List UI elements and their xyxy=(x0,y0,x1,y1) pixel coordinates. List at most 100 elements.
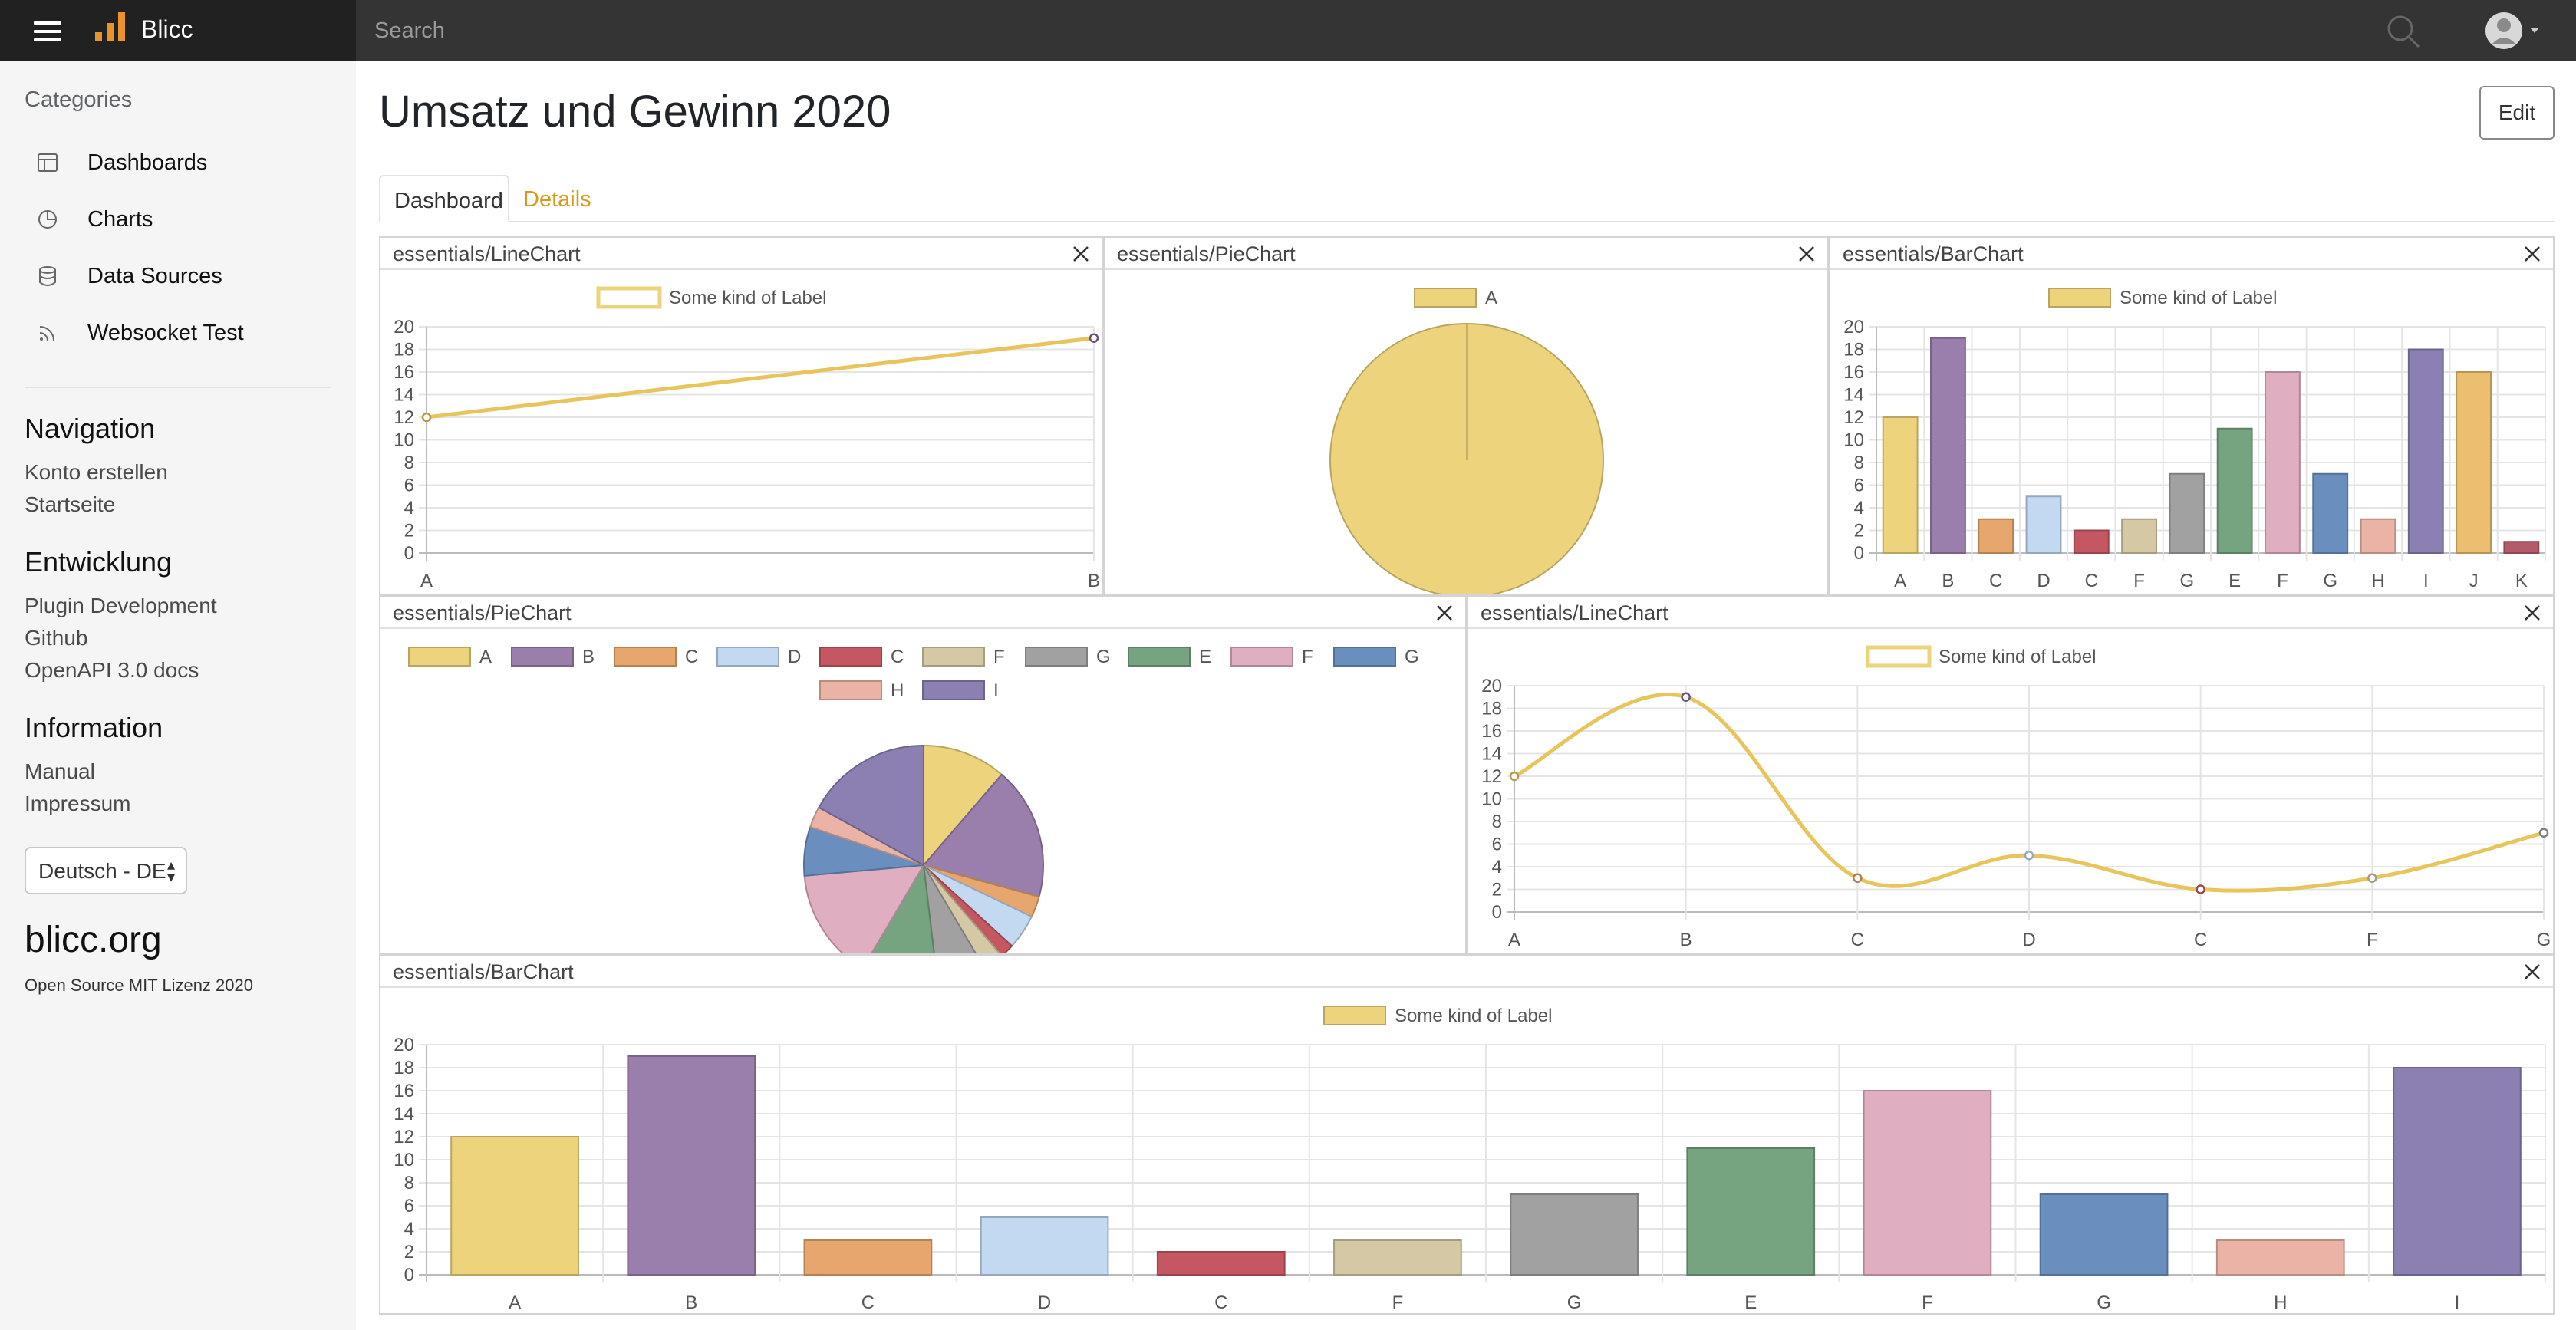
app-name[interactable]: Blicc xyxy=(141,15,193,44)
bar xyxy=(1156,1251,1286,1276)
x-tick-label: B xyxy=(1088,571,1100,591)
legend-label: C xyxy=(891,647,904,667)
bar xyxy=(2215,1239,2345,1276)
dashboard-icon xyxy=(38,153,58,172)
x-tick-label: G xyxy=(2537,930,2551,950)
y-tick-label: 2 xyxy=(404,521,414,542)
close-icon[interactable] xyxy=(2522,603,2542,623)
legend-label: A xyxy=(1485,288,1497,308)
legend-swatch xyxy=(1025,647,1088,667)
y-tick-label: 18 xyxy=(1843,340,1864,360)
legend-label: G xyxy=(1096,647,1111,667)
data-point xyxy=(1853,873,1863,883)
legend-label: B xyxy=(582,647,595,667)
bar xyxy=(1978,518,2014,554)
legend-label: Some kind of Label xyxy=(669,288,826,308)
x-tick-label: G xyxy=(2180,571,2195,591)
panel-header: essentials/LineChart xyxy=(380,238,1102,270)
search-input[interactable] xyxy=(356,0,2412,61)
top-bar: Blicc xyxy=(0,0,2576,61)
bar xyxy=(2121,518,2157,554)
sidebar-item-label: Dashboards xyxy=(87,150,208,175)
legend-swatch xyxy=(1230,647,1293,667)
link-manual[interactable]: Manual xyxy=(25,759,95,784)
bar xyxy=(2312,472,2349,554)
close-icon[interactable] xyxy=(1071,244,1091,264)
link-konto-erstellen[interactable]: Konto erstellen xyxy=(25,460,168,485)
y-tick-label: 14 xyxy=(394,1104,414,1124)
license-text: Open Source MIT Lizenz 2020 xyxy=(25,976,253,995)
legend-swatch xyxy=(2048,288,2111,308)
x-tick-label: D xyxy=(2037,571,2050,591)
data-point xyxy=(2538,828,2549,838)
legend-swatch xyxy=(511,647,574,667)
database-icon xyxy=(39,266,56,286)
x-tick-label: F xyxy=(1922,1292,1933,1313)
categories-title: Categories xyxy=(25,87,133,112)
link-startseite[interactable]: Startseite xyxy=(25,492,115,517)
x-tick-label: F xyxy=(1392,1292,1404,1313)
bar xyxy=(980,1216,1109,1276)
x-tick-label: H xyxy=(2274,1292,2287,1313)
sidebar-item-websocket-test[interactable]: Websocket Test xyxy=(25,310,331,356)
link-openapi-docs[interactable]: OpenAPI 3.0 docs xyxy=(25,658,199,683)
tabs-divider xyxy=(379,221,2555,222)
x-tick-label: D xyxy=(2022,930,2035,950)
y-tick-label: 10 xyxy=(394,430,414,451)
close-icon[interactable] xyxy=(2522,962,2542,982)
sidebar-item-charts[interactable]: Charts xyxy=(25,196,331,242)
x-tick-label: E xyxy=(2228,571,2241,591)
edit-button[interactable]: Edit xyxy=(2479,86,2555,140)
y-tick-label: 10 xyxy=(394,1150,414,1170)
search-icon[interactable] xyxy=(2386,14,2421,49)
close-icon[interactable] xyxy=(2522,244,2542,264)
panel-header: essentials/BarChart xyxy=(1830,238,2553,270)
bar xyxy=(2169,472,2205,554)
menu-toggle-icon[interactable] xyxy=(34,21,61,41)
close-icon[interactable] xyxy=(1435,603,1454,623)
legend-swatch xyxy=(1128,647,1191,667)
x-tick-label: D xyxy=(1038,1292,1051,1313)
y-tick-label: 2 xyxy=(404,1242,414,1263)
panel-header: essentials/LineChart xyxy=(1468,597,2553,629)
y-tick-label: 16 xyxy=(394,1081,414,1101)
y-tick-label: 18 xyxy=(1481,699,1502,719)
legend-swatch xyxy=(614,647,677,667)
line-chart: Some kind of Label 0246 81012141618 20 A B xyxy=(394,286,1100,591)
data-point xyxy=(1089,333,1099,343)
link-impressum[interactable]: Impressum xyxy=(25,792,130,816)
user-avatar-icon[interactable] xyxy=(2485,11,2547,51)
close-icon[interactable] xyxy=(1797,244,1817,264)
legend-swatch xyxy=(1866,645,1932,668)
language-select[interactable]: Deutsch - DE ▴ ▾ xyxy=(25,847,187,894)
sidebar-item-data-sources[interactable]: Data Sources xyxy=(25,253,331,299)
x-tick-label: I xyxy=(2455,1292,2460,1313)
legend-label: G xyxy=(1405,647,1419,667)
link-github[interactable]: Github xyxy=(25,626,88,650)
site-name: blicc.org xyxy=(25,920,162,960)
data-point xyxy=(1681,692,1691,702)
y-tick-label: 18 xyxy=(394,1058,414,1078)
sidebar-item-label: Data Sources xyxy=(87,264,222,288)
legend-label: A xyxy=(479,647,492,667)
sidebar-divider xyxy=(25,387,331,388)
legend-label: D xyxy=(788,647,801,667)
pie-chart: A xyxy=(1329,288,1604,594)
panel-title: essentials/PieChart xyxy=(1117,242,1296,265)
y-tick-label: 4 xyxy=(404,1219,414,1239)
sidebar-item-dashboards[interactable]: Dashboards xyxy=(25,140,331,186)
x-tick-label: F xyxy=(2133,571,2145,591)
y-tick-label: 16 xyxy=(394,362,414,383)
x-tick-label: B xyxy=(685,1292,697,1313)
legend-label: F xyxy=(1302,647,1313,667)
legend-swatch xyxy=(1414,288,1477,308)
chart-panel: essentials/LineChart Some kind of Label 0… xyxy=(1467,595,2555,954)
pie-chart-icon xyxy=(38,210,57,229)
y-tick-label: 6 xyxy=(1854,476,1864,496)
sidebar-item-label: Websocket Test xyxy=(87,321,244,345)
y-tick-label: 10 xyxy=(1481,789,1502,810)
tab-details[interactable]: Details xyxy=(509,175,609,222)
tab-dashboard[interactable]: Dashboard xyxy=(379,175,509,222)
link-plugin-development[interactable]: Plugin Development xyxy=(25,594,217,618)
x-tick-label: F xyxy=(2277,571,2288,591)
